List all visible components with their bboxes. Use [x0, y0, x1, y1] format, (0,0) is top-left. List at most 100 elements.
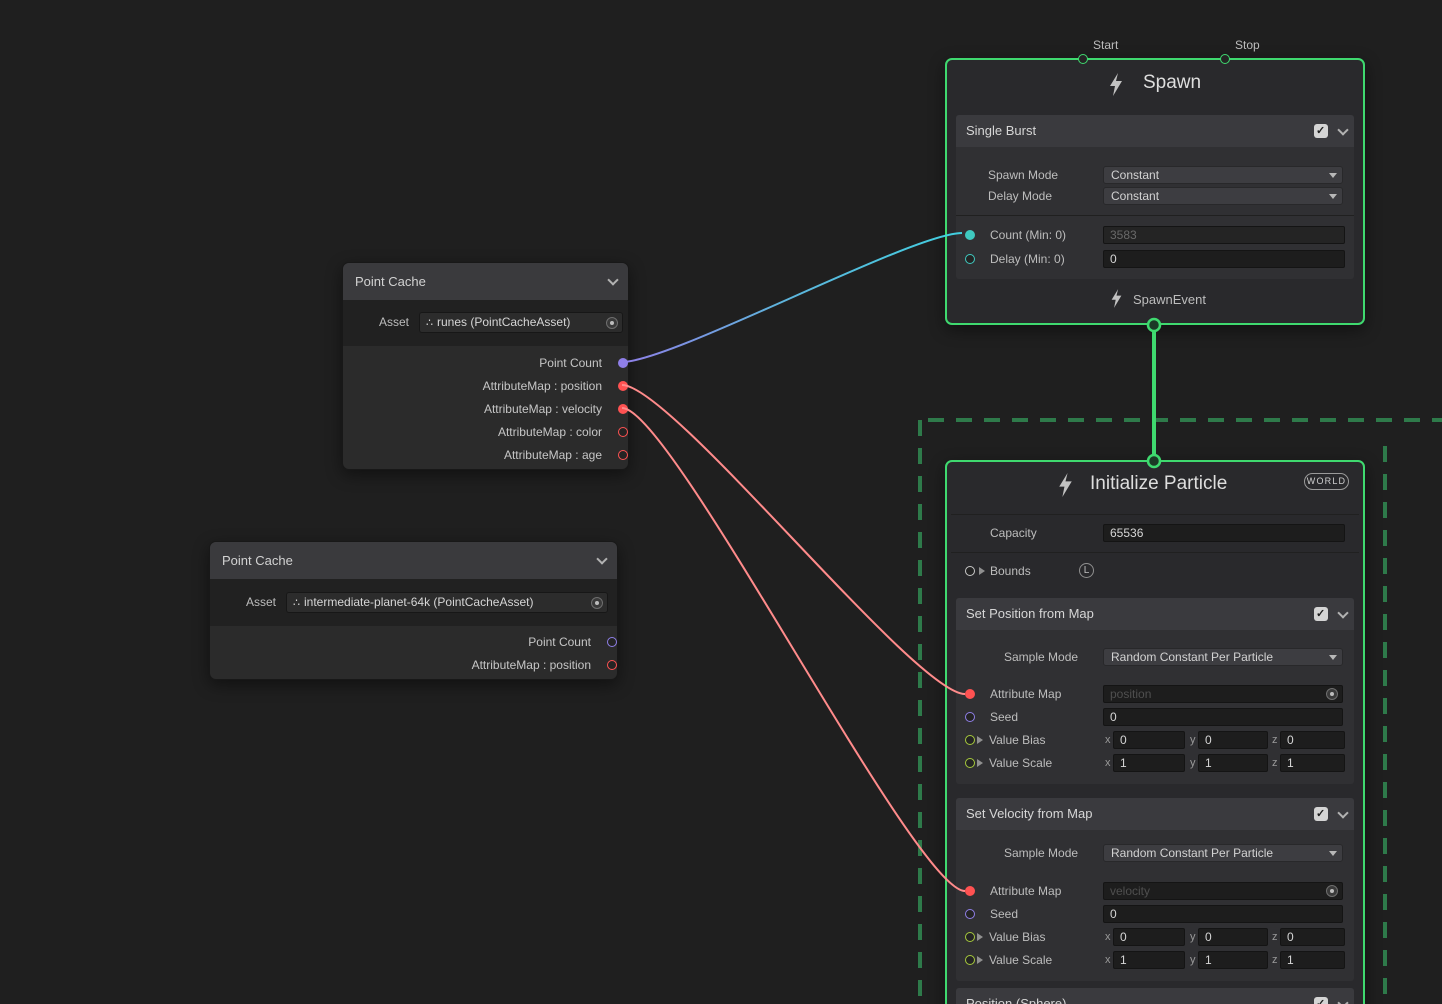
attribute-map-label: Attribute Map	[990, 882, 1061, 900]
value-scale-input-port[interactable]	[965, 955, 975, 965]
attributemap-age-output-port[interactable]	[618, 450, 628, 460]
seed-field[interactable]: 0	[1103, 905, 1343, 923]
block-enabled-checkbox[interactable]	[1314, 807, 1328, 821]
point-cache-runes-node[interactable]: Point Cache Asset ∴runes (PointCacheAsse…	[342, 262, 629, 470]
seed-field[interactable]: 0	[1103, 708, 1343, 726]
value-scale-z-field[interactable]: 1	[1280, 951, 1345, 969]
block-enabled-checkbox[interactable]	[1314, 997, 1328, 1004]
point-cache-runes-header[interactable]: Point Cache	[343, 263, 628, 300]
asset-object-field[interactable]: ∴intermediate-planet-64k (PointCacheAsse…	[286, 592, 608, 613]
collapse-chevron-icon[interactable]	[596, 553, 607, 564]
value-scale-foldout-icon[interactable]	[977, 956, 983, 964]
block-collapse-chevron-icon[interactable]	[1337, 607, 1348, 618]
point-cache-title: Point Cache	[343, 274, 426, 289]
dropdown-arrow-icon	[1329, 655, 1337, 660]
value-bias-x-field[interactable]: 0	[1113, 731, 1185, 749]
value-bias-label: Value Bias	[989, 731, 1045, 749]
capacity-label: Capacity	[990, 524, 1037, 542]
single-burst-block[interactable]: Single Burst Spawn Mode Constant Delay M…	[956, 115, 1354, 279]
block-collapse-chevron-icon[interactable]	[1337, 807, 1348, 818]
sample-mode-dropdown[interactable]: Random Constant Per Particle	[1103, 844, 1343, 862]
object-picker-icon[interactable]	[591, 597, 603, 609]
edge-position-to-attribute-map[interactable]	[622, 385, 965, 694]
vfx-graph-canvas[interactable]: { "colors": { "background": "#1f1f1f", "…	[0, 0, 1442, 1004]
set-position-from-map-block[interactable]: Set Position from Map Sample Mode Random…	[956, 598, 1354, 784]
seed-label: Seed	[990, 708, 1018, 726]
delay-input-port[interactable]	[965, 254, 975, 264]
capacity-field[interactable]: 65536	[1103, 524, 1345, 542]
spawn-node[interactable]: Start Stop Spawn Single Burst Spawn Mode…	[945, 58, 1365, 325]
value-bias-y-field[interactable]: 0	[1198, 731, 1268, 749]
value-scale-y-field[interactable]: 1	[1198, 951, 1268, 969]
set-velocity-header[interactable]: Set Velocity from Map	[956, 798, 1354, 830]
block-enabled-checkbox[interactable]	[1314, 607, 1328, 621]
value-bias-y-field[interactable]: 0	[1198, 928, 1268, 946]
single-burst-collapse-chevron-icon[interactable]	[1337, 124, 1348, 135]
value-scale-x-field[interactable]: 1	[1113, 951, 1185, 969]
attributemap-position-output-port[interactable]	[618, 381, 628, 391]
seed-input-port[interactable]	[965, 712, 975, 722]
bounds-space-toggle[interactable]: L	[1079, 563, 1094, 578]
flow-input-port-start[interactable]	[1078, 54, 1088, 64]
value-scale-y-field[interactable]: 1	[1198, 754, 1268, 772]
lightning-icon	[1057, 473, 1074, 497]
flow-input-port-stop[interactable]	[1220, 54, 1230, 64]
spawn-mode-dropdown[interactable]: Constant	[1103, 166, 1343, 184]
attribute-map-input-port[interactable]	[965, 689, 975, 699]
position-sphere-header[interactable]: Position (Sphere)	[956, 988, 1354, 1004]
sample-mode-value: Random Constant Per Particle	[1111, 846, 1273, 860]
block-collapse-chevron-icon[interactable]	[1337, 997, 1348, 1004]
point-count-output-port[interactable]	[618, 358, 628, 368]
value-bias-input-port[interactable]	[965, 735, 975, 745]
point-cache-planet-header[interactable]: Point Cache	[210, 542, 617, 579]
y-axis-label: y	[1190, 731, 1196, 749]
bounds-foldout-icon[interactable]	[979, 567, 985, 575]
set-velocity-from-map-block[interactable]: Set Velocity from Map Sample Mode Random…	[956, 798, 1354, 981]
attribute-map-field[interactable]: position	[1103, 685, 1343, 703]
attribute-map-field[interactable]: velocity	[1103, 882, 1343, 900]
single-burst-enabled-checkbox[interactable]	[1314, 124, 1328, 138]
value-bias-x-field[interactable]: 0	[1113, 928, 1185, 946]
attribute-map-input-port[interactable]	[965, 886, 975, 896]
asset-object-field[interactable]: ∴runes (PointCacheAsset)	[419, 312, 623, 333]
delay-mode-dropdown[interactable]: Constant	[1103, 187, 1343, 205]
output-row-point-count: Point Count	[343, 352, 628, 375]
value-bias-z-field[interactable]: 0	[1280, 731, 1345, 749]
point-cache-planet-node[interactable]: Point Cache Asset ∴intermediate-planet-6…	[209, 541, 618, 680]
edge-point-count-to-spawn-count[interactable]	[622, 233, 962, 362]
bounds-input-port[interactable]	[965, 566, 975, 576]
object-picker-icon[interactable]	[1326, 688, 1338, 700]
single-burst-header[interactable]: Single Burst	[956, 115, 1354, 147]
attributemap-color-output-port[interactable]	[618, 427, 628, 437]
x-axis-label: x	[1105, 928, 1111, 946]
value-bias-foldout-icon[interactable]	[977, 933, 983, 941]
value-scale-z-field[interactable]: 1	[1280, 754, 1345, 772]
value-scale-foldout-icon[interactable]	[977, 759, 983, 767]
space-badge-world[interactable]: WORLD	[1304, 473, 1349, 490]
object-picker-icon[interactable]	[1326, 885, 1338, 897]
output-label: AttributeMap : position	[343, 375, 602, 398]
z-axis-label: z	[1272, 928, 1278, 946]
count-field[interactable]: 3583	[1103, 226, 1345, 244]
attributemap-velocity-output-port[interactable]	[618, 404, 628, 414]
delay-mode-label: Delay Mode	[988, 187, 1052, 205]
object-picker-icon[interactable]	[606, 317, 618, 329]
seed-input-port[interactable]	[965, 909, 975, 919]
count-input-port[interactable]	[965, 230, 975, 240]
value-bias-z-field[interactable]: 0	[1280, 928, 1345, 946]
position-sphere-block[interactable]: Position (Sphere)	[956, 988, 1354, 1004]
value-bias-foldout-icon[interactable]	[977, 736, 983, 744]
value-bias-input-port[interactable]	[965, 932, 975, 942]
sample-mode-value: Random Constant Per Particle	[1111, 650, 1273, 664]
edge-velocity-to-attribute-map[interactable]	[622, 408, 965, 891]
value-scale-input-port[interactable]	[965, 758, 975, 768]
point-count-output-port[interactable]	[607, 637, 617, 647]
attributemap-position-output-port[interactable]	[607, 660, 617, 670]
sample-mode-dropdown[interactable]: Random Constant Per Particle	[1103, 648, 1343, 666]
collapse-chevron-icon[interactable]	[607, 274, 618, 285]
initialize-particle-node[interactable]: Initialize Particle WORLD Capacity 65536…	[945, 460, 1365, 1004]
y-axis-label: y	[1190, 754, 1196, 772]
value-scale-x-field[interactable]: 1	[1113, 754, 1185, 772]
delay-field[interactable]: 0	[1103, 250, 1345, 268]
set-position-header[interactable]: Set Position from Map	[956, 598, 1354, 630]
